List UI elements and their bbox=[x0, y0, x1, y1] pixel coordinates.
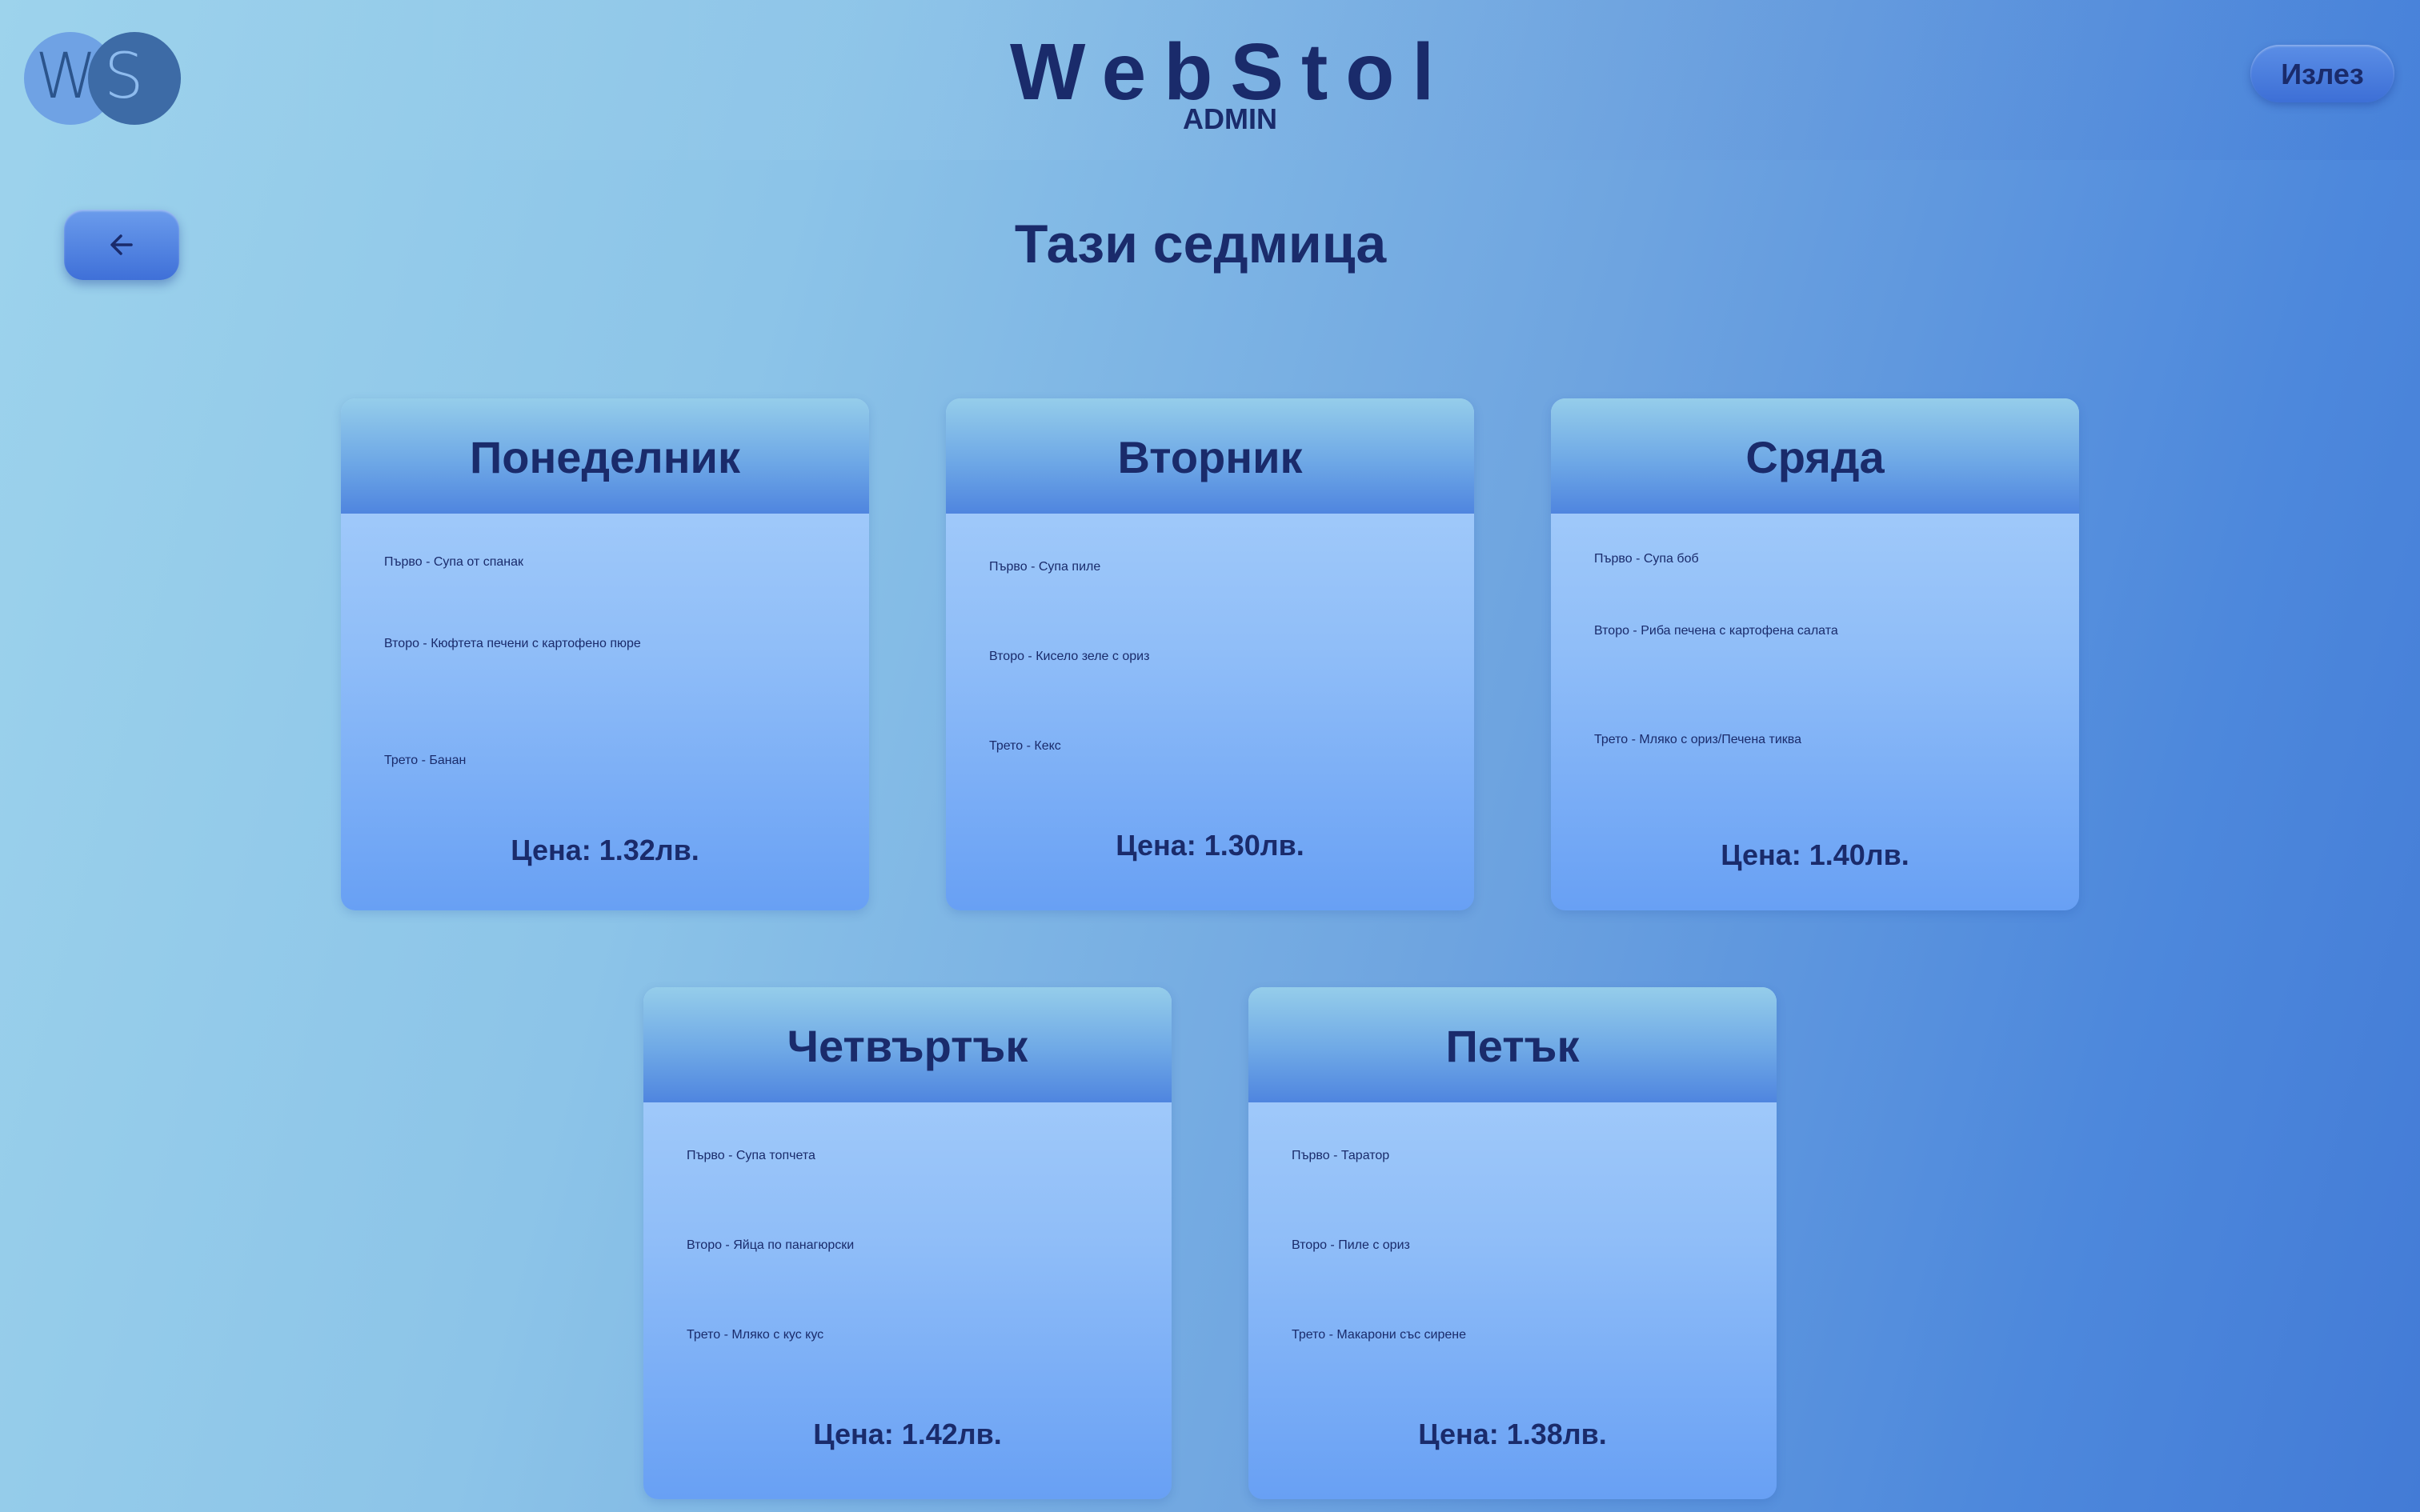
dish-second: Второ - Риба печена с картофена салата bbox=[1594, 624, 1838, 638]
webstol-logo[interactable]: W S bbox=[24, 32, 184, 125]
logo-circle-right: S bbox=[88, 32, 181, 125]
arrow-left-icon bbox=[110, 234, 133, 255]
price: Цена: 1.40лв. bbox=[1721, 838, 1909, 871]
dish-first: Първо - Супа от спанак bbox=[384, 555, 524, 569]
price: Цена: 1.32лв. bbox=[511, 834, 699, 866]
price: Цена: 1.42лв. bbox=[813, 1418, 1002, 1450]
dish-first: Първо - Таратор bbox=[1292, 1149, 1390, 1162]
dish-third: Трето - Мляко с кус кус bbox=[687, 1328, 824, 1342]
dish-first: Първо - Супа боб bbox=[1594, 552, 1699, 566]
dish-first: Първо - Супа пиле bbox=[989, 560, 1101, 574]
price: Цена: 1.30лв. bbox=[1116, 829, 1304, 862]
day-card-wednesday: Сряда Първо - Супа боб Второ - Риба пече… bbox=[1551, 398, 2079, 910]
day-title: Петък bbox=[1248, 987, 1777, 1102]
role-label: ADMIN bbox=[1183, 102, 1277, 135]
day-card-friday: Петък Първо - Таратор Второ - Пиле с ори… bbox=[1248, 987, 1777, 1499]
page-title: Тази седмица bbox=[1014, 214, 1387, 274]
day-title: Вторник bbox=[946, 398, 1474, 514]
day-card-tuesday: Вторник Първо - Супа пиле Второ - Кисело… bbox=[946, 398, 1474, 910]
dish-second: Второ - Яйца по панагюрски bbox=[687, 1238, 855, 1252]
day-card-thursday: Четвъртък Първо - Супа топчета Второ - Я… bbox=[643, 987, 1172, 1499]
logo-letter-s: S bbox=[104, 41, 144, 113]
logout-button[interactable]: Излез bbox=[2250, 45, 2394, 102]
dish-second: Второ - Кисело зеле с ориз bbox=[989, 650, 1150, 663]
back-button[interactable] bbox=[64, 210, 179, 280]
price: Цена: 1.38лв. bbox=[1418, 1418, 1607, 1450]
day-title: Четвъртък bbox=[643, 987, 1172, 1102]
dish-second: Второ - Пиле с ориз bbox=[1292, 1238, 1410, 1252]
dish-first: Първо - Супа топчета bbox=[687, 1149, 815, 1162]
dish-third: Трето - Мляко с ориз/Печена тиква bbox=[1594, 733, 1801, 746]
dish-third: Трето - Макарони със сирене bbox=[1292, 1328, 1466, 1342]
dish-second: Второ - Кюфтета печени с картофено пюре bbox=[384, 637, 641, 650]
brand: WebStol ADMIN bbox=[1010, 24, 1450, 135]
day-title: Сряда bbox=[1551, 398, 2079, 514]
dish-third: Трето - Кекс bbox=[989, 739, 1061, 753]
day-card-monday: Понеделник Първо - Супа от спанак Второ … bbox=[341, 398, 869, 910]
day-title: Понеделник bbox=[341, 398, 869, 514]
dish-third: Трето - Банан bbox=[384, 754, 467, 767]
